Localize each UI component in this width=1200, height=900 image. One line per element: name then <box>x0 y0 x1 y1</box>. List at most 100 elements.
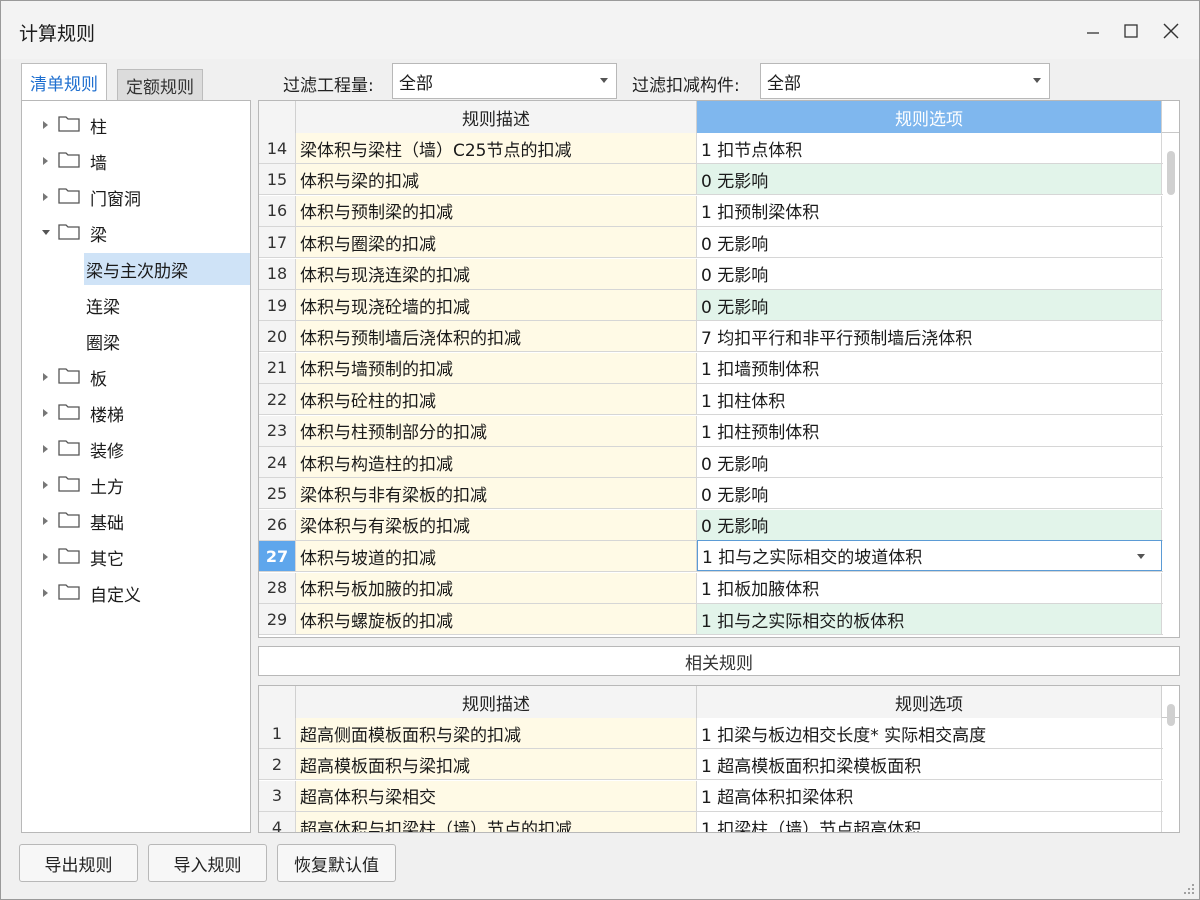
grid-scrollbar[interactable] <box>1167 151 1175 195</box>
rule-option[interactable]: 0 无影响 <box>697 509 1162 540</box>
rule-description: 体积与圈梁的扣减 <box>296 227 697 258</box>
caret-down-icon[interactable] <box>36 223 56 243</box>
caret-right-icon[interactable] <box>36 187 56 207</box>
rule-option[interactable]: 1 扣梁与板边相交长度* 实际相交高度 <box>697 718 1162 748</box>
tree-child-node[interactable]: 梁与主次肋梁 <box>84 253 250 285</box>
grid-header: 规则描述 规则选项 <box>259 101 1179 133</box>
chevron-down-icon[interactable] <box>1137 554 1145 560</box>
tree-node[interactable]: 门窗洞 <box>22 181 250 213</box>
tree-node[interactable]: 楼梯 <box>22 397 250 429</box>
rule-option-value: 1 扣节点体积 <box>701 140 803 161</box>
restore-defaults-button[interactable]: 恢复默认值 <box>277 844 396 882</box>
rule-option[interactable]: 1 超高模板面积扣梁模板面积 <box>697 749 1162 780</box>
related-header-option[interactable]: 规则选项 <box>697 686 1162 718</box>
maximize-button[interactable] <box>1113 15 1149 47</box>
rule-option[interactable]: 1 扣梁柱（墙）节点超高体积 <box>697 812 1162 832</box>
related-rules-bar[interactable]: 相关规则 <box>258 646 1180 676</box>
rule-option[interactable]: 7 均扣平行和非平行预制墙后浇体积 <box>697 321 1162 352</box>
import-rules-button[interactable]: 导入规则 <box>148 844 267 882</box>
row-number: 29 <box>259 604 296 634</box>
table-row[interactable]: 29 体积与螺旋板的扣减 1 扣与之实际相交的板体积 <box>259 604 1163 635</box>
table-row[interactable]: 20 体积与预制墙后浇体积的扣减 7 均扣平行和非平行预制墙后浇体积 <box>259 321 1163 353</box>
rule-option[interactable]: 1 扣柱预制体积 <box>697 415 1162 446</box>
header-desc[interactable]: 规则描述 <box>296 101 697 133</box>
chevron-down-icon <box>1033 78 1041 83</box>
rule-option-value: 0 无影响 <box>701 266 769 287</box>
rule-description: 体积与预制梁的扣减 <box>296 195 697 226</box>
tree-child-node[interactable]: 圈梁 <box>84 325 250 357</box>
tree-node[interactable]: 土方 <box>22 469 250 501</box>
related-grid-scrollbar[interactable] <box>1167 704 1175 726</box>
folder-icon <box>58 186 80 209</box>
table-row[interactable]: 15 体积与梁的扣减 0 无影响 <box>259 164 1163 196</box>
tree-node[interactable]: 墙 <box>22 145 250 177</box>
table-row[interactable]: 16 体积与预制梁的扣减 1 扣预制梁体积 <box>259 195 1163 227</box>
rule-option[interactable]: 0 无影响 <box>697 478 1162 509</box>
filter-quantity-select[interactable]: 全部 <box>392 63 617 99</box>
rule-option[interactable]: 1 扣板加腋体积 <box>697 572 1162 603</box>
rule-option[interactable]: 0 无影响 <box>697 290 1162 320</box>
row-number: 22 <box>259 384 296 415</box>
rule-option-value: 1 扣与之实际相交的板体积 <box>701 611 905 632</box>
table-row[interactable]: 28 体积与板加腋的扣减 1 扣板加腋体积 <box>259 572 1163 604</box>
tree-node[interactable]: 梁 <box>22 217 250 249</box>
tree-child-node[interactable]: 连梁 <box>84 289 250 321</box>
tree-node[interactable]: 自定义 <box>22 577 250 609</box>
tree-node[interactable]: 柱 <box>22 109 250 141</box>
rule-option[interactable]: 0 无影响 <box>697 164 1162 195</box>
caret-right-icon[interactable] <box>36 547 56 567</box>
rule-option[interactable]: 1 扣节点体积 <box>697 133 1162 163</box>
minimize-button[interactable] <box>1075 15 1111 47</box>
row-number: 17 <box>259 227 296 258</box>
caret-right-icon[interactable] <box>36 511 56 531</box>
rule-option[interactable]: 1 扣墙预制体积 <box>697 352 1162 383</box>
rule-option-select[interactable]: 1 扣与之实际相交的坡道体积 <box>697 540 1162 572</box>
table-row[interactable]: 25 梁体积与非有梁板的扣减 0 无影响 <box>259 478 1163 510</box>
caret-right-icon[interactable] <box>36 439 56 459</box>
tab-quota-rules[interactable]: 定额规则 <box>117 69 203 101</box>
rule-option[interactable]: 1 超高体积扣梁体积 <box>697 780 1162 811</box>
tree-node[interactable]: 其它 <box>22 541 250 573</box>
rule-option[interactable]: 1 扣预制梁体积 <box>697 195 1162 226</box>
tab-list-rules[interactable]: 清单规则 <box>21 63 107 101</box>
related-table-row[interactable]: 1 超高侧面模板面积与梁的扣减 1 扣梁与板边相交长度* 实际相交高度 <box>259 718 1163 749</box>
tree-node[interactable]: 装修 <box>22 433 250 465</box>
table-row[interactable]: 23 体积与柱预制部分的扣减 1 扣柱预制体积 <box>259 415 1163 447</box>
caret-right-icon[interactable] <box>36 115 56 135</box>
resize-grip-icon[interactable] <box>1183 883 1195 895</box>
table-row[interactable]: 19 体积与现浇砼墙的扣减 0 无影响 <box>259 290 1163 321</box>
related-table-row[interactable]: 3 超高体积与梁相交 1 超高体积扣梁体积 <box>259 780 1163 812</box>
related-table-row[interactable]: 4 超高体积与扣梁柱（墙）节点的扣减 1 扣梁柱（墙）节点超高体积 <box>259 812 1163 832</box>
caret-right-icon[interactable] <box>36 475 56 495</box>
table-row[interactable]: 27 体积与坡道的扣减 1 扣与之实际相交的坡道体积 <box>259 540 1163 573</box>
caret-right-icon[interactable] <box>36 151 56 171</box>
tree-node[interactable]: 板 <box>22 361 250 393</box>
header-option[interactable]: 规则选项 <box>697 101 1162 133</box>
table-row[interactable]: 17 体积与圈梁的扣减 0 无影响 <box>259 227 1163 259</box>
caret-right-icon[interactable] <box>36 583 56 603</box>
related-table-row[interactable]: 2 超高模板面积与梁扣减 1 超高模板面积扣梁模板面积 <box>259 749 1163 781</box>
caret-right-icon[interactable] <box>36 367 56 387</box>
close-button[interactable] <box>1153 15 1189 47</box>
filter-component-select[interactable]: 全部 <box>760 63 1050 99</box>
rule-option[interactable]: 0 无影响 <box>697 227 1162 258</box>
rule-option[interactable]: 1 扣与之实际相交的板体积 <box>697 604 1162 634</box>
rule-option[interactable]: 0 无影响 <box>697 258 1162 289</box>
related-header-desc[interactable]: 规则描述 <box>296 686 697 718</box>
caret-right-icon[interactable] <box>36 403 56 423</box>
row-number: 27 <box>259 541 296 572</box>
rule-description: 超高模板面积与梁扣减 <box>296 749 697 780</box>
table-row[interactable]: 26 梁体积与有梁板的扣减 0 无影响 <box>259 509 1163 541</box>
tree-node[interactable]: 基础 <box>22 505 250 537</box>
rule-option[interactable]: 0 无影响 <box>697 447 1162 477</box>
table-row[interactable]: 22 体积与砼柱的扣减 1 扣柱体积 <box>259 384 1163 416</box>
calc-rules-window: 计算规则 清单规则 定额规则 过滤工程量: 全部 过滤扣减构件: 全部 柱墙门窗… <box>0 0 1200 900</box>
rule-option[interactable]: 1 扣柱体积 <box>697 384 1162 415</box>
table-row[interactable]: 21 体积与墙预制的扣减 1 扣墙预制体积 <box>259 352 1163 384</box>
table-row[interactable]: 24 体积与构造柱的扣减 0 无影响 <box>259 447 1163 478</box>
table-row[interactable]: 18 体积与现浇连梁的扣减 0 无影响 <box>259 258 1163 290</box>
filter-component-value: 全部 <box>767 73 801 94</box>
export-rules-button[interactable]: 导出规则 <box>19 844 138 882</box>
table-row[interactable]: 14 梁体积与梁柱（墙）C25节点的扣减 1 扣节点体积 <box>259 133 1163 164</box>
row-number: 15 <box>259 164 296 195</box>
